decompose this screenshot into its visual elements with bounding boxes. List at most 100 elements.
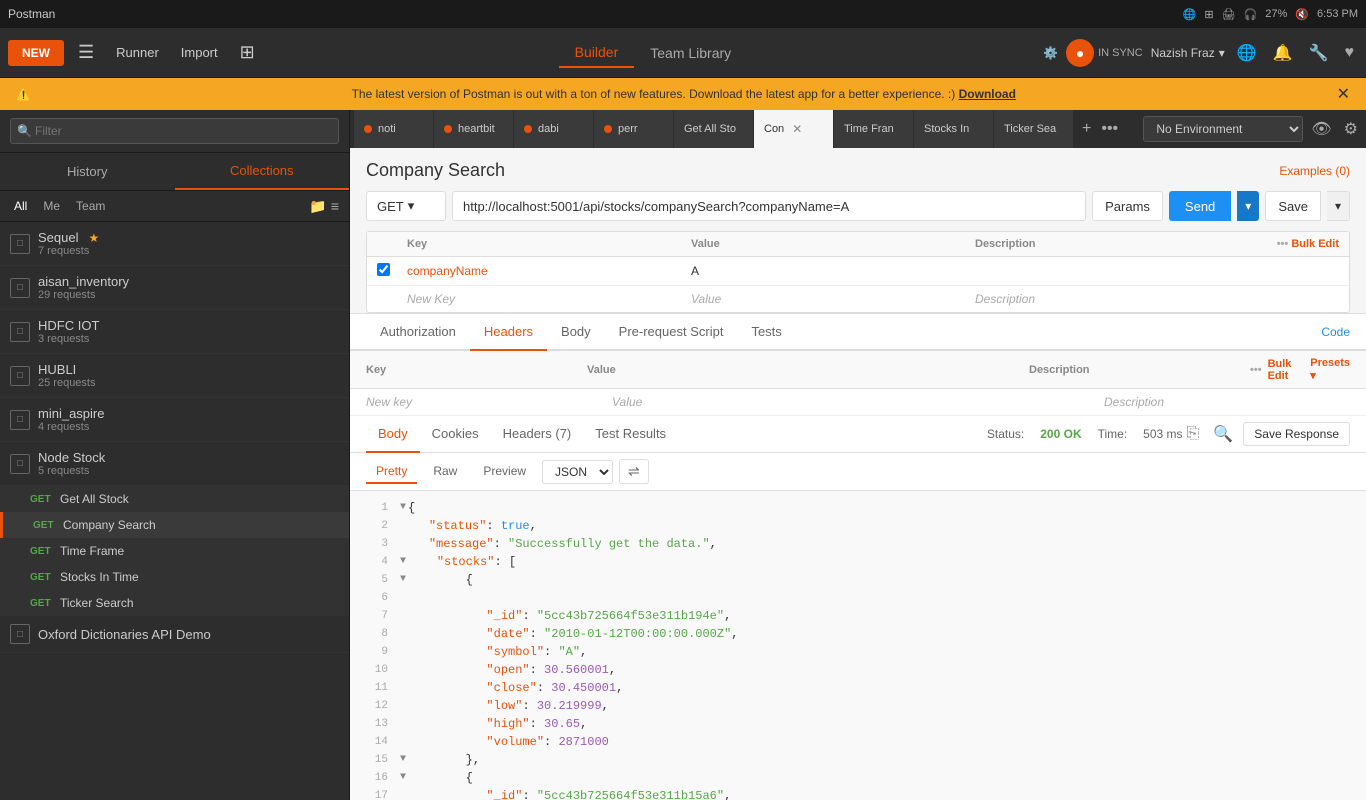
bell-icon[interactable]: 🔔 [1269,39,1297,67]
raw-view-button[interactable]: Raw [423,460,467,484]
more-tabs-button[interactable]: ••• [1097,118,1122,140]
headers-tab[interactable]: Headers [470,314,547,351]
tab-con[interactable]: Con ✕ [754,110,834,148]
prerequest-tab[interactable]: Pre-request Script [605,314,738,351]
json-line: 13 "high": 30.65, [350,715,1366,733]
collection-item-node-stock[interactable]: □ Node Stock 5 requests [0,442,349,486]
request-item-time-frame[interactable]: GET Time Frame [0,538,349,564]
tab-heartbit[interactable]: heartbit [434,110,514,148]
runner-button[interactable]: Runner [108,41,167,64]
collections-tab[interactable]: Collections [175,153,350,190]
bulk-edit-link[interactable]: Bulk Edit [1291,238,1339,250]
copy-response-button[interactable]: ⎘ [1183,421,1204,447]
user-button[interactable]: Nazish Fraz ▾ [1151,46,1225,60]
builder-tab[interactable]: Builder [559,38,635,68]
response-body-tab[interactable]: Body [366,416,420,453]
request-item-stocks-in-time[interactable]: GET Stocks In Time [0,564,349,590]
collection-info: aisan_inventory 29 requests [38,274,129,301]
sync-button[interactable]: ● IN SYNC [1066,39,1143,67]
json-line: 17 "_id": "5cc43b725664f53e311b15a6", [350,787,1366,800]
workspace-button[interactable]: ⊞ [232,38,263,67]
topbar-center: Builder Team Library [269,38,1037,68]
collection-item-aisan[interactable]: □ aisan_inventory 29 requests [0,266,349,310]
json-line: 5▼ { [350,571,1366,589]
tab-perr[interactable]: perr [594,110,674,148]
globe-icon[interactable]: 🌐 [1233,39,1261,67]
env-settings-button[interactable]: ⚙ [1340,115,1362,143]
collection-item-oxford[interactable]: □ Oxford Dictionaries API Demo [0,616,349,653]
team-library-tab[interactable]: Team Library [634,38,747,68]
env-select-wrap: No Environment 👁 ⚙ [1143,115,1362,143]
tab-stocks-in[interactable]: Stocks In [914,110,994,148]
headers-table-header: Key Value Description ••• Bulk Edit Pres… [350,351,1366,389]
save-button[interactable]: Save [1265,191,1321,221]
examples-link[interactable]: Examples (0) [1279,164,1350,178]
sort-button[interactable]: ≡ [331,198,339,215]
tab-noti[interactable]: noti [354,110,434,148]
params-button[interactable]: Params [1092,191,1163,221]
settings-icon[interactable]: ⚙️ [1043,46,1058,60]
filter-all-button[interactable]: All [10,197,31,215]
tab-time-fran[interactable]: Time Fran [834,110,914,148]
tab-ticker-sea[interactable]: Ticker Sea [994,110,1074,148]
request-item-company-search[interactable]: GET Company Search [0,512,349,538]
filter-team-button[interactable]: Team [72,197,109,215]
warning-icon: ⚠️ [16,87,31,101]
help-icon[interactable]: 🔧 [1305,39,1333,67]
audio-icon: 🎧 [1244,8,1258,21]
collection-item-hubli[interactable]: □ HUBLI 25 requests [0,354,349,398]
wrap-button[interactable]: ⇌ [619,459,649,484]
titlebar: Postman 🌐 ⊞ 🖨 🎧 27% 🔇 6:53 PM [0,0,1366,28]
collection-icon: □ [10,454,30,474]
response-area: Body Cookies Headers (7) Test Results St… [350,416,1366,800]
collection-item-sequel[interactable]: □ Sequel ★ 7 requests [0,222,349,266]
response-controls: Pretty Raw Preview JSON ⇌ [350,453,1366,491]
url-input[interactable] [452,191,1086,221]
tabs-actions: + ••• [1078,118,1122,140]
env-eye-button[interactable]: 👁 [1307,115,1335,143]
import-button[interactable]: Import [173,41,226,64]
heart-icon[interactable]: ♥ [1341,40,1359,66]
request-item-ticker-search[interactable]: GET Ticker Search [0,590,349,616]
response-headers-tab[interactable]: Headers (7) [491,416,584,453]
pretty-view-button[interactable]: Pretty [366,460,417,484]
collection-item-hdfc[interactable]: □ HDFC IOT 3 requests [0,310,349,354]
environment-selector[interactable]: No Environment [1143,116,1303,142]
add-collection-button[interactable]: 📁 [309,198,326,215]
tab-get-all-sto[interactable]: Get All Sto [674,110,754,148]
authorization-tab[interactable]: Authorization [366,314,470,351]
collection-info: Node Stock 5 requests [38,450,105,477]
params-table-header: Key Value Description ••• Bulk Edit [367,232,1349,257]
tab-close-button[interactable]: ✕ [790,122,804,136]
method-selector[interactable]: GET ▾ [366,191,446,221]
headers-bulk-edit-link[interactable]: Bulk Edit [1268,358,1305,382]
add-tab-button[interactable]: + [1078,118,1095,140]
body-tab[interactable]: Body [547,314,605,351]
search-response-button[interactable]: 🔍 [1209,420,1237,448]
param-checkbox[interactable] [377,263,390,276]
request-title: Company Search [366,160,505,181]
notification-close-button[interactable]: ✕ [1337,84,1350,104]
collection-item-mini-aspire[interactable]: □ mini_aspire 4 requests [0,398,349,442]
presets-button[interactable]: Presets ▾ [1310,357,1350,382]
json-line: 7 "_id": "5cc43b725664f53e311b194e", [350,607,1366,625]
new-button[interactable]: NEW [8,40,64,66]
response-test-tab[interactable]: Test Results [583,416,678,453]
history-tab[interactable]: History [0,153,175,190]
request-item-get-all-stock[interactable]: GET Get All Stock [0,486,349,512]
collection-info: Sequel ★ 7 requests [38,230,99,257]
tab-dabi[interactable]: dabi [514,110,594,148]
response-cookies-tab[interactable]: Cookies [420,416,491,453]
filter-input[interactable] [10,118,339,144]
preview-view-button[interactable]: Preview [473,460,536,484]
save-response-button[interactable]: Save Response [1243,422,1350,446]
save-dropdown-button[interactable]: ▾ [1327,191,1350,221]
sidebar-toggle-button[interactable]: ☰ [70,38,102,67]
filter-me-button[interactable]: Me [39,197,64,215]
code-link[interactable]: Code [1321,325,1350,339]
send-button[interactable]: Send [1169,191,1231,221]
tests-tab[interactable]: Tests [737,314,795,351]
download-link[interactable]: Download [959,87,1016,101]
send-dropdown-button[interactable]: ▾ [1237,191,1259,221]
format-selector[interactable]: JSON [542,460,613,484]
